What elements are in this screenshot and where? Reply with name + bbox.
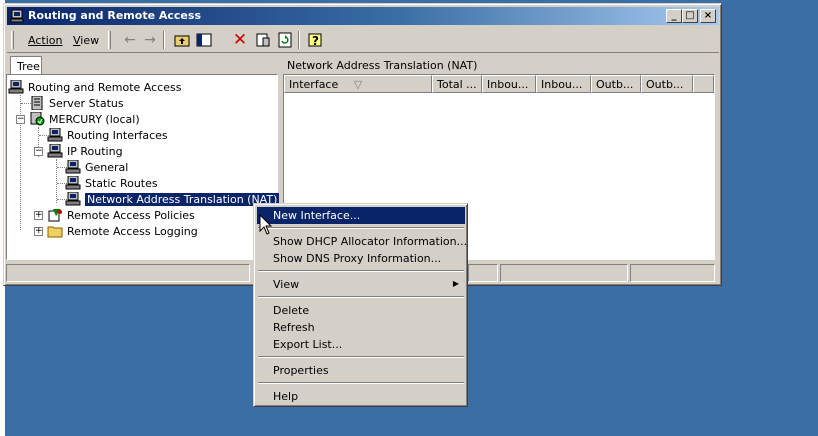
tree-label: Routing and Remote Access [28, 80, 182, 94]
tree-item-general[interactable]: General [65, 159, 128, 175]
tree-connector [56, 159, 57, 203]
column-header-outbound-2[interactable]: Outb... [641, 75, 693, 93]
status-bar-panel [630, 264, 715, 282]
tree-item-server-status[interactable]: Server Status [29, 95, 124, 111]
column-header-outbound-1[interactable]: Outb... [591, 75, 641, 93]
help-icon[interactable]: ? [306, 31, 324, 49]
menu-item-view[interactable]: View ▶ [257, 276, 465, 293]
menu-item-delete[interactable]: Delete [257, 302, 465, 319]
column-header-filler [693, 75, 714, 93]
menu-item-show-dhcp[interactable]: Show DHCP Allocator Information... [257, 233, 467, 250]
rras-icon [10, 9, 24, 23]
column-label: Interface [289, 78, 339, 91]
toolbar-grip-2[interactable] [108, 31, 111, 49]
menu-item-help[interactable]: Help [257, 388, 465, 405]
menu-item-export-list[interactable]: Export List... [257, 336, 465, 353]
properties-icon[interactable] [254, 31, 272, 49]
menu-separator [258, 382, 464, 384]
tab-tree[interactable]: Tree [10, 56, 42, 76]
status-bar-panel [468, 264, 498, 282]
collapse-icon[interactable]: − [16, 115, 25, 124]
expand-icon[interactable]: + [34, 211, 43, 220]
folder-icon [47, 226, 63, 238]
column-header-inbound-1[interactable]: Inbou... [482, 75, 536, 93]
menu-item-refresh[interactable]: Refresh [257, 319, 465, 336]
policies-icon [48, 209, 62, 222]
tree-label: Static Routes [85, 176, 158, 190]
menu-separator [258, 296, 464, 298]
menu-view[interactable]: View [73, 34, 99, 47]
column-header-interface[interactable]: Interface ▽ [284, 75, 432, 93]
tree-item-mercury[interactable]: MERCURY (local) [29, 111, 140, 127]
svg-text:?: ? [312, 34, 319, 48]
details-title: Network Address Translation (NAT) [287, 59, 478, 72]
column-header-total[interactable]: Total ... [432, 75, 482, 93]
toolbar-grip[interactable] [11, 31, 14, 49]
mouse-pointer-icon [259, 214, 273, 235]
routing-interfaces-icon [47, 128, 63, 142]
tree-label: Routing Interfaces [67, 128, 168, 142]
rras-node-icon [8, 80, 24, 94]
menu-item-new-interface[interactable]: New Interface... [257, 207, 465, 224]
tree-label-selected: Network Address Translation (NAT) [85, 192, 280, 206]
tree-label: IP Routing [67, 144, 123, 158]
tree-item-routing-interfaces[interactable]: Routing Interfaces [47, 127, 168, 143]
tree-label: Remote Access Policies [67, 208, 195, 222]
delete-icon[interactable]: ✕ [231, 30, 249, 50]
nat-icon [65, 192, 81, 206]
context-menu: New Interface... Show DHCP Allocator Inf… [253, 203, 468, 407]
tree-item-ip-routing[interactable]: IP Routing [47, 143, 123, 159]
title-bar[interactable]: Routing and Remote Access _ □ × [7, 7, 719, 25]
tree-pane[interactable]: Routing and Remote Access Server Status … [6, 74, 280, 260]
show-hide-tree-icon[interactable] [195, 31, 213, 49]
status-bar-panel [500, 264, 628, 282]
static-routes-icon [65, 176, 81, 190]
close-button[interactable]: × [700, 9, 716, 23]
back-arrow-icon[interactable]: ← [121, 31, 139, 49]
ip-routing-icon [47, 144, 63, 158]
collapse-icon[interactable]: − [34, 147, 43, 156]
minimize-button[interactable]: _ [666, 9, 682, 23]
menu-item-label: View [273, 278, 300, 291]
tree-label: General [85, 160, 129, 174]
tree-item-root[interactable]: Routing and Remote Access [8, 79, 181, 95]
toolbar-separator [163, 31, 165, 49]
status-bar-panel [6, 264, 250, 282]
tree-label: MERCURY (local) [49, 112, 140, 126]
menu-item-show-dns-proxy[interactable]: Show DNS Proxy Information... [257, 250, 465, 267]
maximize-button[interactable]: □ [682, 9, 698, 23]
menu-item-properties[interactable]: Properties [257, 362, 465, 379]
submenu-arrow-icon: ▶ [452, 279, 459, 288]
tree-item-nat[interactable]: Network Address Translation (NAT) [65, 191, 280, 207]
menu-separator [258, 227, 464, 229]
sort-arrow-icon: ▽ [353, 78, 363, 91]
tree-item-remote-access-logging[interactable]: Remote Access Logging [47, 223, 198, 239]
tree-item-remote-access-policies[interactable]: Remote Access Policies [47, 207, 195, 223]
menu-separator [258, 270, 464, 272]
expand-icon[interactable]: + [34, 227, 43, 236]
tree-label: Server Status [49, 96, 124, 110]
up-folder-icon[interactable] [173, 31, 191, 49]
menu-toolbar: Action View ← → ✕ ? [7, 27, 719, 53]
server-node-icon [30, 112, 45, 126]
forward-arrow-icon[interactable]: → [141, 31, 159, 49]
toolbar-separator-2 [298, 31, 300, 49]
column-header-inbound-2[interactable]: Inbou... [536, 75, 591, 93]
refresh-icon[interactable] [276, 31, 294, 49]
menu-separator [258, 356, 464, 358]
menu-action[interactable]: Action [28, 34, 62, 47]
tree-label: Remote Access Logging [67, 224, 198, 238]
general-icon [65, 160, 81, 174]
window-title: Routing and Remote Access [28, 9, 201, 22]
tree-item-static-routes[interactable]: Static Routes [65, 175, 158, 191]
server-status-icon [31, 96, 43, 110]
